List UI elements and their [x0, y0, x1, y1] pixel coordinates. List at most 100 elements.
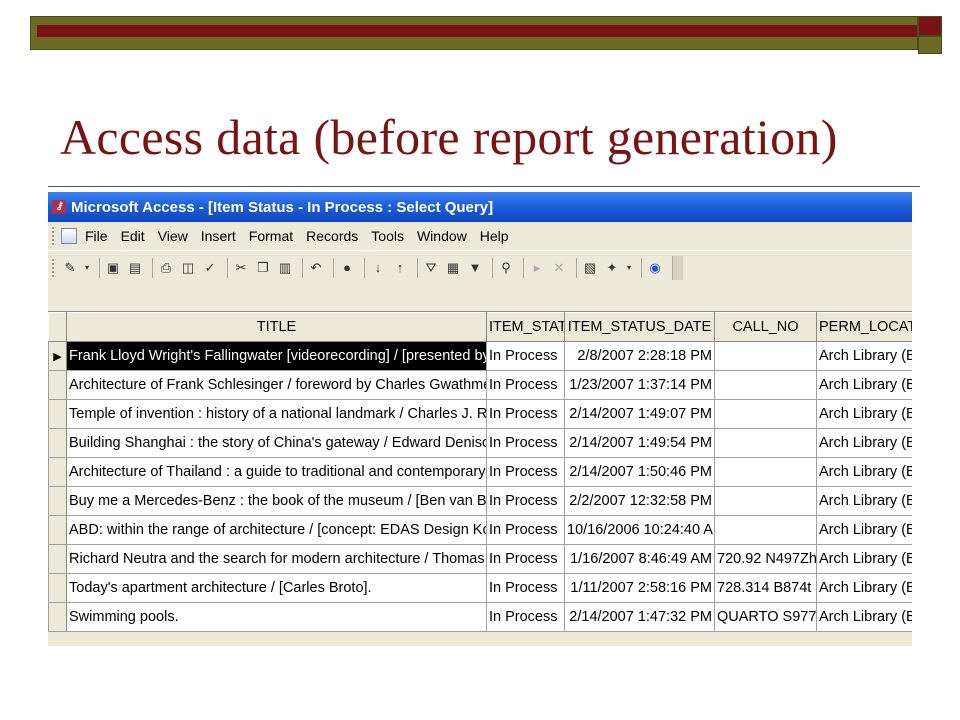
cell-title[interactable]: Building Shanghai : the story of China's…: [66, 428, 487, 458]
cell-perm-location[interactable]: Arch Library (Bo: [816, 602, 912, 632]
record-selector[interactable]: [48, 573, 67, 603]
cell-call-no[interactable]: [714, 399, 817, 429]
cell-title[interactable]: ABD: within the range of architecture / …: [66, 515, 487, 545]
filter-by-selection-icon[interactable]: ⛛: [422, 259, 440, 277]
cell-title[interactable]: Architecture of Thailand : a guide to tr…: [66, 457, 487, 487]
save-icon[interactable]: ▣: [104, 259, 122, 277]
cell-title[interactable]: Architecture of Frank Schlesinger / fore…: [66, 370, 487, 400]
sort-ascending-icon[interactable]: ↓: [369, 259, 387, 277]
cell-item-status[interactable]: In Process: [486, 573, 565, 603]
file-search-icon[interactable]: ▤: [126, 259, 144, 277]
column-header-title[interactable]: TITLE: [66, 312, 487, 342]
cell-item-status[interactable]: In Process: [486, 515, 565, 545]
column-header-call-no[interactable]: CALL_NO: [714, 312, 817, 342]
cell-item-status-date[interactable]: 2/14/2007 1:49:54 PM: [564, 428, 715, 458]
new-object-icon[interactable]: ✦: [603, 259, 621, 277]
find-icon[interactable]: ⚲: [497, 259, 515, 277]
cell-call-no[interactable]: [714, 486, 817, 516]
dropdown-arrow-icon[interactable]: ▾: [83, 259, 91, 277]
cell-perm-location[interactable]: Arch Library (Bo: [816, 399, 912, 429]
cell-perm-location[interactable]: Arch Library (Bo: [816, 573, 912, 603]
spelling-icon[interactable]: ✓: [201, 259, 219, 277]
table-row[interactable]: Architecture of Frank Schlesinger / fore…: [48, 370, 912, 400]
menu-format[interactable]: Format: [249, 228, 293, 244]
apply-filter-icon[interactable]: ▼: [466, 259, 484, 277]
cell-item-status[interactable]: In Process: [486, 399, 565, 429]
cell-item-status[interactable]: In Process: [486, 486, 565, 516]
cell-item-status-date[interactable]: 1/16/2007 8:46:49 AM: [564, 544, 715, 574]
record-selector[interactable]: [48, 399, 67, 429]
cell-item-status-date[interactable]: 10/16/2006 10:24:40 AM: [564, 515, 715, 545]
record-selector[interactable]: [48, 428, 67, 458]
menu-tools[interactable]: Tools: [371, 228, 404, 244]
toolbar-overflow-chevron[interactable]: [672, 255, 683, 280]
table-row[interactable]: ▶ Frank Lloyd Wright's Fallingwater [vid…: [48, 341, 912, 371]
cell-call-no[interactable]: [714, 515, 817, 545]
database-window-icon[interactable]: ▧: [581, 259, 599, 277]
menu-help[interactable]: Help: [480, 228, 509, 244]
help-icon[interactable]: ◉: [646, 259, 664, 277]
record-selector[interactable]: [48, 370, 67, 400]
cell-item-status-date[interactable]: 2/14/2007 1:47:32 PM: [564, 602, 715, 632]
menu-file[interactable]: File: [85, 228, 108, 244]
paste-icon[interactable]: ▥: [276, 259, 294, 277]
window-titlebar[interactable]: ⚷ Microsoft Access - [Item Status - In P…: [48, 192, 912, 222]
new-record-icon[interactable]: ▸: [528, 259, 546, 277]
cell-call-no[interactable]: [714, 428, 817, 458]
cell-item-status-date[interactable]: 2/8/2007 2:28:18 PM: [564, 341, 715, 371]
print-preview-icon[interactable]: ◫: [179, 259, 197, 277]
cell-item-status-date[interactable]: 1/23/2007 1:37:14 PM: [564, 370, 715, 400]
cell-item-status[interactable]: In Process: [486, 370, 565, 400]
table-row[interactable]: Temple of invention : history of a natio…: [48, 399, 912, 429]
cell-call-no[interactable]: [714, 341, 817, 371]
cell-perm-location[interactable]: Arch Library (Bo: [816, 486, 912, 516]
column-header-item-status[interactable]: ITEM_STATU: [486, 312, 565, 342]
cell-item-status[interactable]: In Process: [486, 602, 565, 632]
cell-item-status-date[interactable]: 1/11/2007 2:58:16 PM: [564, 573, 715, 603]
cell-item-status[interactable]: In Process: [486, 341, 565, 371]
menu-edit[interactable]: Edit: [121, 228, 145, 244]
toolbar-grip[interactable]: [52, 258, 57, 277]
cell-item-status[interactable]: In Process: [486, 457, 565, 487]
record-selector[interactable]: [48, 486, 67, 516]
cell-call-no[interactable]: 720.92 N497Zh6 2: [714, 544, 817, 574]
undo-icon[interactable]: ↶: [307, 259, 325, 277]
cell-perm-location[interactable]: Arch Library (Bo: [816, 515, 912, 545]
cell-item-status[interactable]: In Process: [486, 428, 565, 458]
document-icon[interactable]: [61, 228, 77, 244]
cell-item-status-date[interactable]: 2/14/2007 1:50:46 PM: [564, 457, 715, 487]
cell-title[interactable]: Temple of invention : history of a natio…: [66, 399, 487, 429]
cell-item-status-date[interactable]: 2/14/2007 1:49:07 PM: [564, 399, 715, 429]
cell-title[interactable]: Frank Lloyd Wright's Fallingwater [video…: [66, 341, 487, 371]
cell-call-no[interactable]: 728.314 B874t: [714, 573, 817, 603]
cell-perm-location[interactable]: Arch Library (Bo: [816, 370, 912, 400]
table-row[interactable]: Swimming pools. In Process 2/14/2007 1:4…: [48, 602, 912, 632]
dropdown-arrow-icon[interactable]: ▾: [625, 259, 633, 277]
cell-item-status[interactable]: In Process: [486, 544, 565, 574]
menu-view[interactable]: View: [158, 228, 188, 244]
record-selector[interactable]: [48, 457, 67, 487]
delete-record-icon[interactable]: ✕: [550, 259, 568, 277]
record-selector[interactable]: [48, 602, 67, 632]
menubar-grip[interactable]: [52, 227, 57, 245]
cell-title[interactable]: Richard Neutra and the search for modern…: [66, 544, 487, 574]
view-icon[interactable]: ✎: [61, 259, 79, 277]
cell-item-status-date[interactable]: 2/2/2007 12:32:58 PM: [564, 486, 715, 516]
cell-perm-location[interactable]: Arch Library (Bo: [816, 544, 912, 574]
table-row[interactable]: ABD: within the range of architecture / …: [48, 515, 912, 545]
cell-call-no[interactable]: [714, 457, 817, 487]
record-selector[interactable]: [48, 544, 67, 574]
table-row[interactable]: Today's apartment architecture / [Carles…: [48, 573, 912, 603]
table-row[interactable]: Architecture of Thailand : a guide to tr…: [48, 457, 912, 487]
hyperlink-icon[interactable]: ●: [338, 259, 356, 277]
cell-title[interactable]: Buy me a Mercedes-Benz : the book of the…: [66, 486, 487, 516]
column-header-perm-location[interactable]: PERM_LOCATI: [816, 312, 912, 342]
record-selector[interactable]: [48, 515, 67, 545]
table-row[interactable]: Richard Neutra and the search for modern…: [48, 544, 912, 574]
select-all-corner[interactable]: [48, 312, 67, 342]
sort-descending-icon[interactable]: ↑: [391, 259, 409, 277]
filter-by-form-icon[interactable]: ▦: [444, 259, 462, 277]
cell-call-no[interactable]: [714, 370, 817, 400]
cell-call-no[interactable]: QUARTO S977 20: [714, 602, 817, 632]
cell-title[interactable]: Swimming pools.: [66, 602, 487, 632]
